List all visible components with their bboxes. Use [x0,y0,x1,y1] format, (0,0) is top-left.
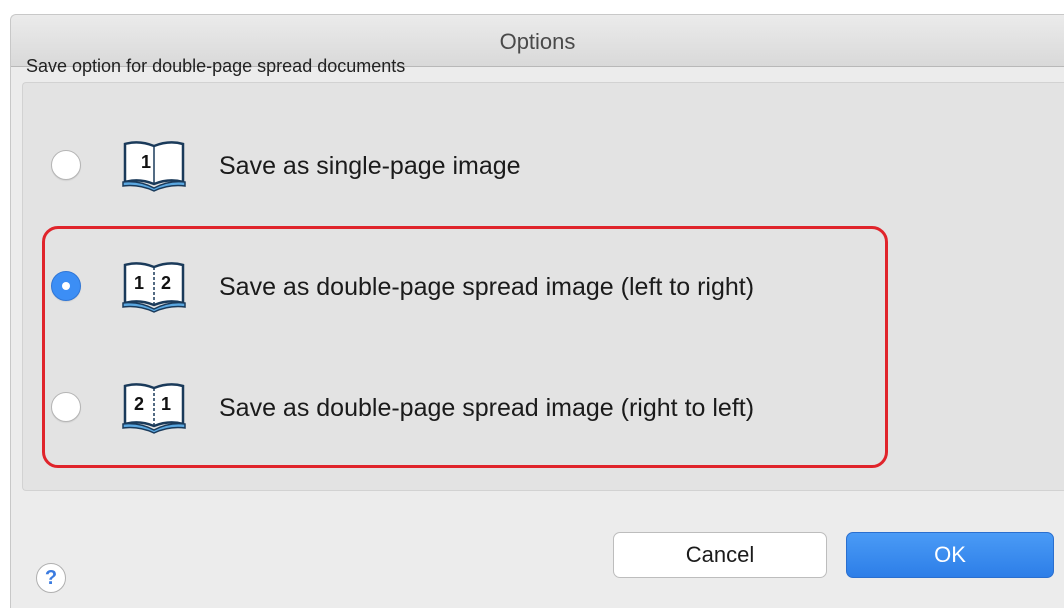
book-page-number: 1 [141,152,151,172]
help-button[interactable]: ? [36,563,66,593]
cancel-button[interactable]: Cancel [613,532,827,578]
book-single-page-icon: 1 [122,141,186,192]
ok-button[interactable]: OK [846,532,1054,578]
radio-single-page[interactable] [51,150,81,180]
highlight-annotation [42,226,888,468]
group-label: Save option for double-page spread docum… [26,56,406,76]
option-single-page[interactable]: 1 Save as single-page image [23,130,1023,200]
window-title: Options [499,29,576,54]
option-label-single-page: Save as single-page image [219,152,521,180]
